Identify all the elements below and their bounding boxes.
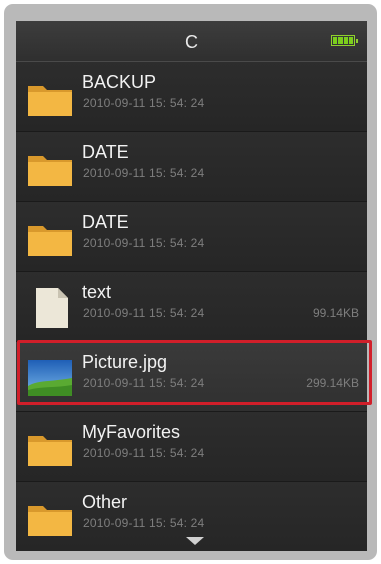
file-name: DATE xyxy=(82,212,129,232)
file-size: 99.14KB xyxy=(312,306,359,320)
folder-icon xyxy=(28,436,72,466)
file-name: text xyxy=(82,282,112,302)
file-name: BACKUP xyxy=(82,72,157,92)
title-bar: C xyxy=(16,21,367,62)
text-file-icon xyxy=(36,288,68,328)
file-name: Other xyxy=(82,492,128,512)
battery-segment xyxy=(343,37,348,44)
page-title: C xyxy=(185,32,198,52)
file-row[interactable]: text 2010-09-11 15: 54: 24 99.14KB xyxy=(16,272,367,342)
scroll-down-arrow-icon[interactable] xyxy=(186,537,204,545)
battery-segment xyxy=(338,37,343,44)
file-date: 2010-09-11 15: 54: 24 xyxy=(83,236,205,250)
file-row[interactable]: BACKUP 2010-09-11 15: 54: 24 xyxy=(16,62,367,132)
folder-icon xyxy=(28,506,72,536)
file-date: 2010-09-11 15: 54: 24 xyxy=(83,166,205,180)
file-browser-screen: C BACKUP 2010-09-11 15: 54: 24 DATE 2010… xyxy=(16,21,367,551)
selection-highlight xyxy=(17,340,372,405)
file-row[interactable]: MyFavorites 2010-09-11 15: 54: 24 xyxy=(16,412,367,482)
file-date: 2010-09-11 15: 54: 24 xyxy=(83,96,205,110)
battery-segment xyxy=(348,37,353,44)
file-date: 2010-09-11 15: 54: 24 xyxy=(83,516,205,530)
file-name: DATE xyxy=(82,142,129,162)
file-row[interactable]: DATE 2010-09-11 15: 54: 24 xyxy=(16,132,367,202)
battery-icon xyxy=(331,35,358,46)
file-list: BACKUP 2010-09-11 15: 54: 24 DATE 2010-0… xyxy=(16,62,367,551)
file-date: 2010-09-11 15: 54: 24 xyxy=(83,306,205,320)
battery-segment xyxy=(333,37,338,44)
file-date: 2010-09-11 15: 54: 24 xyxy=(83,446,205,460)
folder-icon xyxy=(28,226,72,256)
folder-icon xyxy=(28,156,72,186)
file-row[interactable]: DATE 2010-09-11 15: 54: 24 xyxy=(16,202,367,272)
file-name: MyFavorites xyxy=(82,422,181,442)
folder-icon xyxy=(28,86,72,116)
